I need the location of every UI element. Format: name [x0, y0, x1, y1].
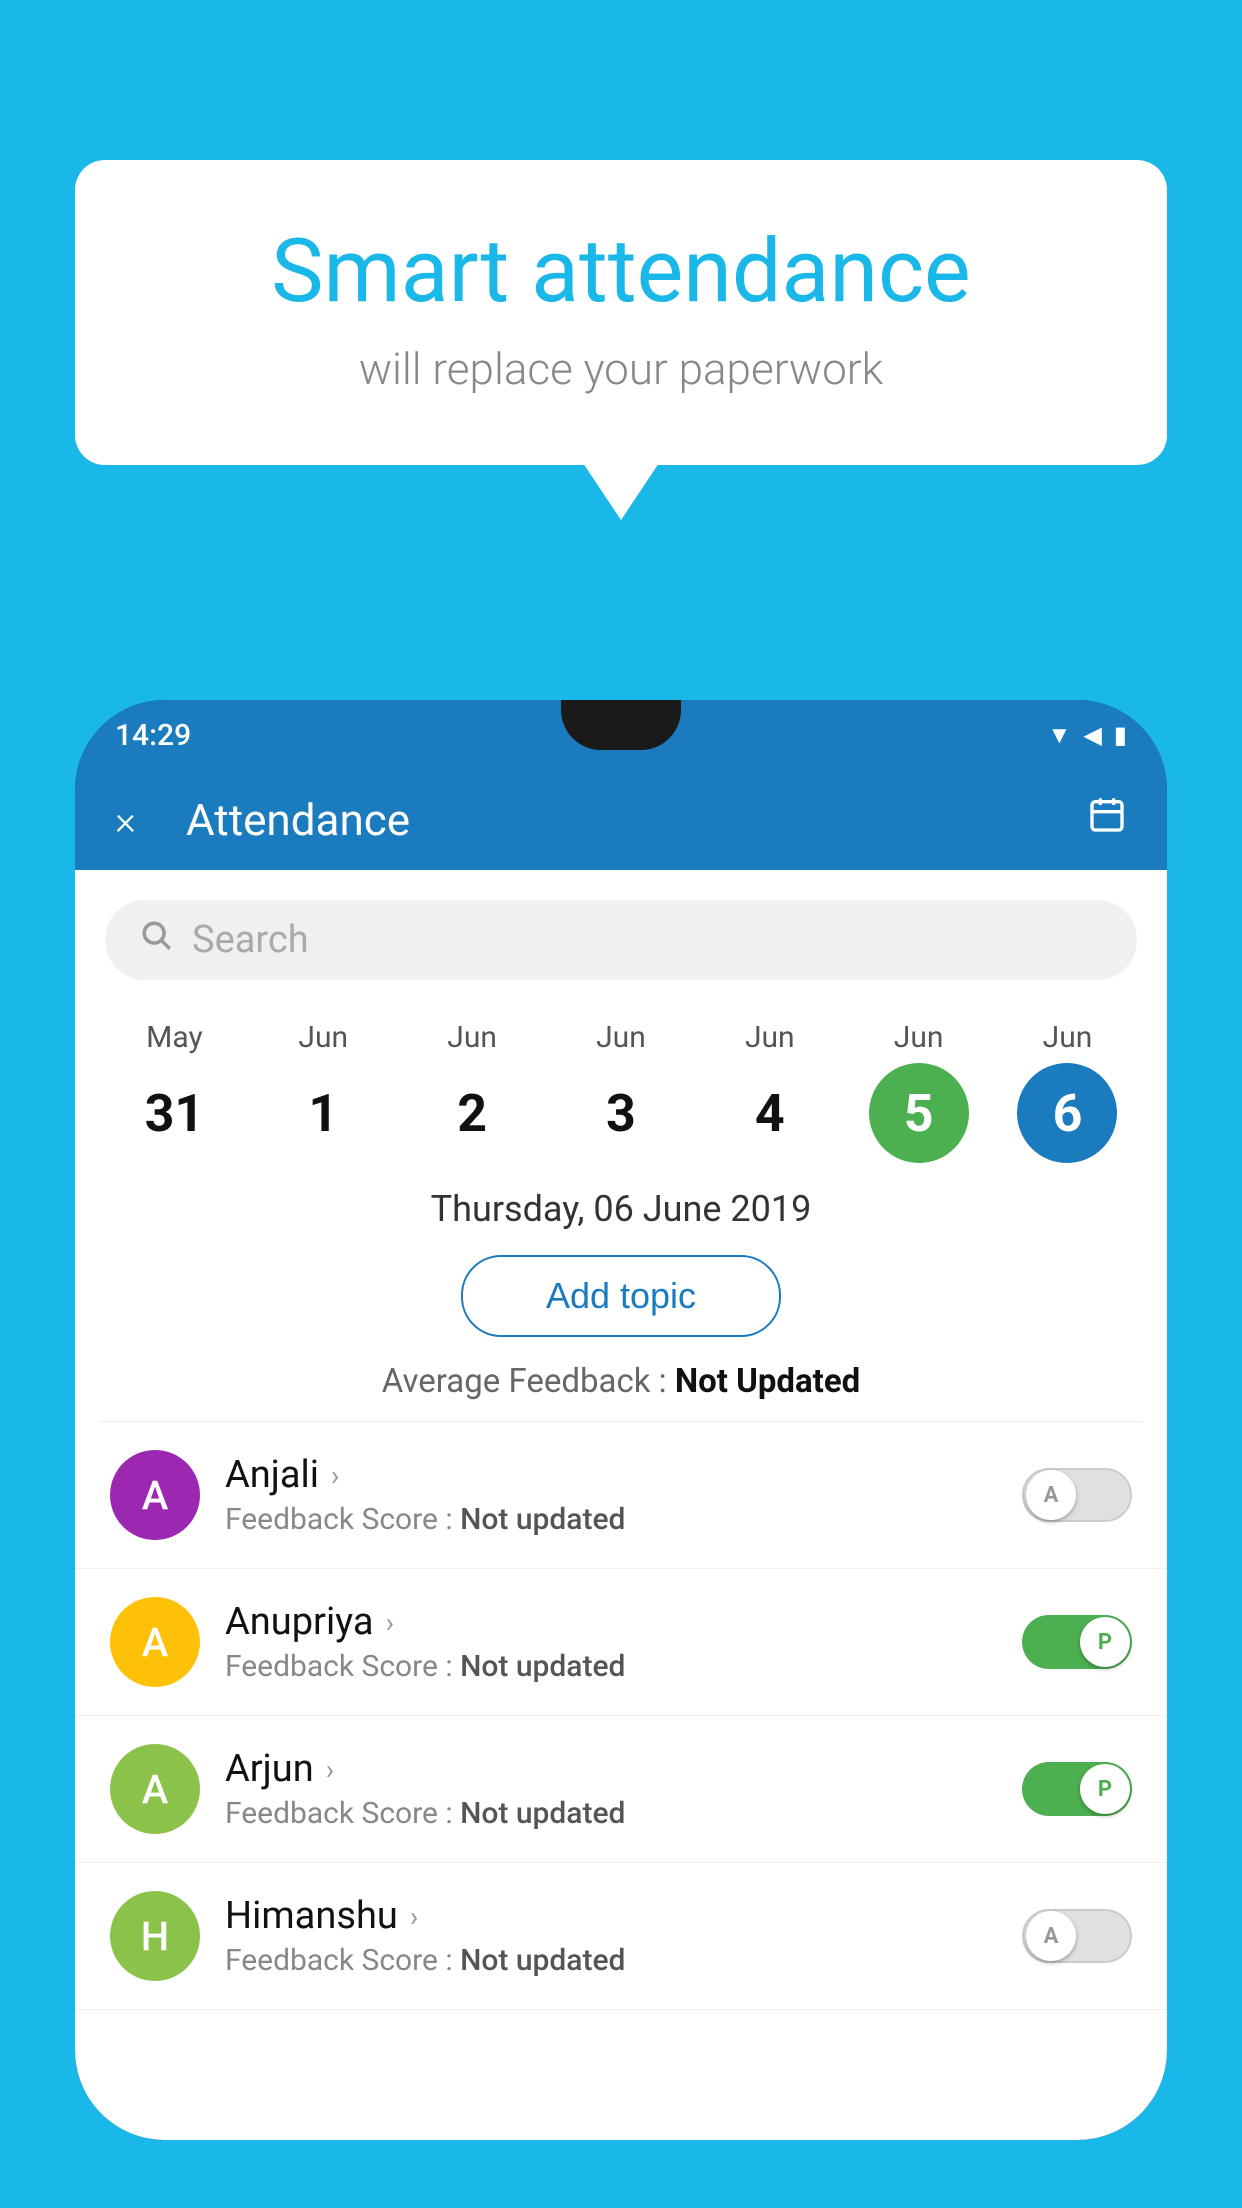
toggle-thumb: A [1026, 1911, 1076, 1961]
app-content: Search May31Jun1Jun2Jun3Jun4Jun5Jun6 Thu… [75, 870, 1167, 2140]
student-row[interactable]: AAnjali ›Feedback Score : Not updatedA [75, 1422, 1167, 1569]
status-icons: ▼ ◀ ▮ [1048, 721, 1127, 750]
student-row[interactable]: A Anupriya › Feedback Score : Not updated P [75, 1569, 1167, 1716]
close-button[interactable]: × [115, 797, 136, 844]
feedback-score: Feedback Score : Not updated [225, 1943, 1022, 1978]
search-bar[interactable]: Search [105, 900, 1137, 980]
student-name: Himanshu › [225, 1894, 1022, 1938]
student-row[interactable]: H Himanshu › Feedback Score : Not updatedA [75, 1863, 1167, 2010]
chevron-icon: › [326, 1753, 334, 1786]
toggle-thumb: A [1026, 1470, 1076, 1520]
attendance-toggle[interactable]: A [1022, 1909, 1132, 1963]
avatar: A [110, 1450, 200, 1540]
feedback-score: Feedback Score : Not updated [225, 1796, 1022, 1831]
selected-date-label: Thursday, 06 June 2019 [75, 1188, 1167, 1230]
avatar: A [110, 1597, 200, 1687]
toggle-wrap[interactable]: P [1022, 1615, 1132, 1669]
toggle-thumb: P [1080, 1764, 1130, 1814]
avg-feedback-label: Average Feedback : [382, 1362, 675, 1401]
student-name: Anupriya › [225, 1600, 1022, 1644]
feedback-score: Feedback Score : Not updated [225, 1502, 1022, 1537]
calendar-day[interactable]: Jun4 [705, 1020, 835, 1163]
search-input[interactable]: Search [192, 918, 309, 962]
search-icon [140, 919, 174, 962]
calendar-day[interactable]: Jun6 [1002, 1020, 1132, 1163]
speech-bubble: Smart attendance will replace your paper… [75, 160, 1167, 465]
speech-bubble-subtitle: will replace your paperwork [145, 343, 1097, 395]
toggle-wrap[interactable]: A [1022, 1468, 1132, 1522]
signal-icon: ◀ [1083, 721, 1101, 749]
avg-feedback-value: Not Updated [675, 1362, 860, 1401]
avg-feedback: Average Feedback : Not Updated [75, 1362, 1167, 1401]
toggle-thumb: P [1080, 1617, 1130, 1667]
attendance-toggle[interactable]: A [1022, 1468, 1132, 1522]
phone-frame: 14:29 ▼ ◀ ▮ × Attendance [75, 700, 1167, 2140]
calendar-day[interactable]: Jun1 [258, 1020, 388, 1163]
toolbar-title: Attendance [186, 794, 1087, 846]
chevron-icon: › [331, 1459, 339, 1492]
calendar-day[interactable]: Jun3 [556, 1020, 686, 1163]
calendar-icon[interactable] [1087, 795, 1127, 845]
calendar-day[interactable]: Jun5 [854, 1020, 984, 1163]
student-list: AAnjali ›Feedback Score : Not updatedAAA… [75, 1422, 1167, 2010]
toggle-wrap[interactable]: P [1022, 1762, 1132, 1816]
wifi-icon: ▼ [1048, 721, 1072, 750]
calendar-row: May31Jun1Jun2Jun3Jun4Jun5Jun6 [75, 1000, 1167, 1163]
avatar: A [110, 1744, 200, 1834]
add-topic-button[interactable]: Add topic [461, 1255, 781, 1337]
student-name: Anjali › [225, 1453, 1022, 1497]
phone-notch [561, 700, 681, 750]
speech-bubble-title: Smart attendance [145, 220, 1097, 323]
student-name: Arjun › [225, 1747, 1022, 1791]
app-toolbar: × Attendance [75, 770, 1167, 870]
attendance-toggle[interactable]: P [1022, 1762, 1132, 1816]
battery-icon: ▮ [1114, 721, 1127, 749]
avatar: H [110, 1891, 200, 1981]
status-time: 14:29 [115, 718, 191, 753]
calendar-day[interactable]: May31 [109, 1020, 239, 1163]
chevron-icon: › [386, 1606, 394, 1639]
toggle-wrap[interactable]: A [1022, 1909, 1132, 1963]
calendar-day[interactable]: Jun2 [407, 1020, 537, 1163]
chevron-icon: › [410, 1900, 418, 1933]
attendance-toggle[interactable]: P [1022, 1615, 1132, 1669]
feedback-score: Feedback Score : Not updated [225, 1649, 1022, 1684]
student-row[interactable]: A Arjun › Feedback Score : Not updated P [75, 1716, 1167, 1863]
